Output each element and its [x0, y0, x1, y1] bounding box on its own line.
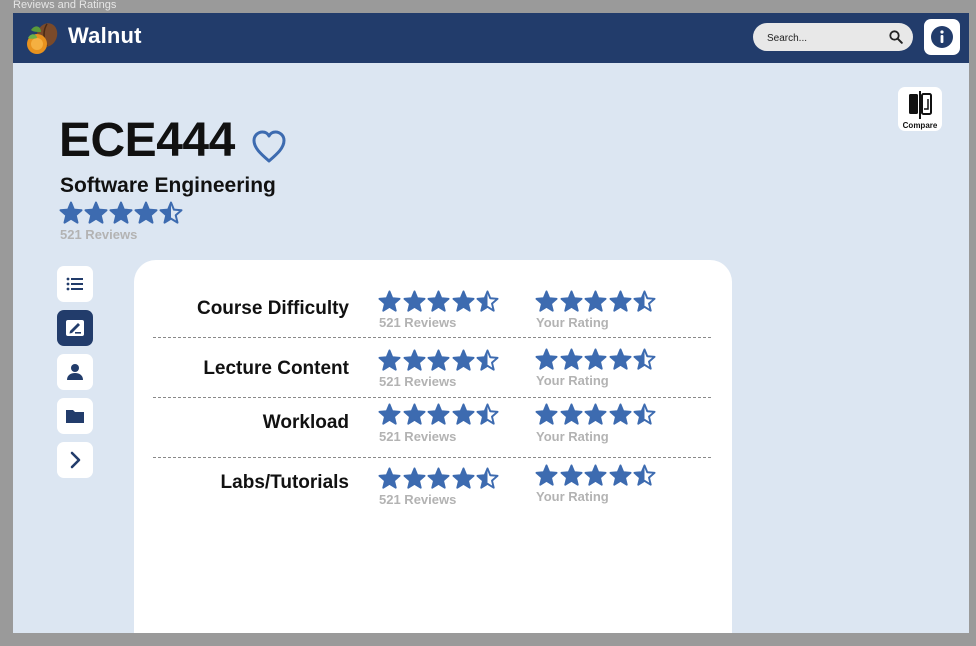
star-full-icon[interactable] [608, 464, 632, 487]
your-rating-label: Your Rating [536, 489, 609, 504]
star-full-icon [427, 467, 450, 489]
star-full-icon [451, 403, 475, 425]
star-full-icon [402, 467, 426, 489]
star-full-icon [59, 201, 83, 224]
star-half-icon[interactable] [633, 348, 656, 371]
star-full-icon [378, 349, 401, 371]
review-count: 521 Reviews [379, 429, 457, 444]
star-full-icon[interactable] [535, 290, 558, 313]
compare-label: Compare [902, 121, 938, 130]
star-full-icon[interactable] [608, 290, 632, 313]
star-full-icon [378, 290, 401, 312]
average-rating-stars [378, 290, 501, 313]
favorite-heart-icon[interactable] [251, 130, 287, 164]
folder-icon [66, 410, 84, 423]
star-half-icon [476, 467, 499, 489]
your-rating-stars[interactable] [535, 403, 658, 426]
average-rating-stars [378, 403, 501, 426]
your-rating-stars[interactable] [535, 464, 658, 487]
star-full-icon[interactable] [584, 464, 607, 487]
search-input[interactable] [765, 23, 889, 53]
star-full-icon [84, 201, 108, 224]
star-half-icon [476, 403, 499, 425]
list-icon [66, 277, 83, 291]
search-bar [753, 23, 913, 53]
course-name: Software Engineering [60, 174, 276, 197]
star-half-icon[interactable] [633, 403, 656, 426]
rating-row: Workload 521 Reviews Your Rating [153, 401, 711, 458]
star-full-icon [402, 349, 426, 371]
rating-category-label: Labs/Tutorials [220, 472, 349, 493]
review-count: 521 Reviews [379, 315, 457, 330]
star-half-icon [159, 201, 183, 224]
user-icon [67, 364, 83, 380]
star-full-icon[interactable] [608, 403, 632, 426]
rating-row: Course Difficulty 521 Reviews Your Ratin… [153, 281, 711, 338]
star-half-icon [476, 290, 499, 312]
nav-profile-button[interactable] [57, 354, 93, 390]
nav-rate-button[interactable] [57, 310, 93, 346]
your-rating-stars[interactable] [535, 290, 658, 313]
search-icon[interactable] [889, 30, 903, 44]
overall-rating-stars [59, 201, 184, 225]
star-full-icon [378, 403, 401, 425]
your-rating-label: Your Rating [536, 315, 609, 330]
star-half-icon [476, 349, 499, 371]
rating-category-label: Lecture Content [203, 358, 349, 379]
star-half-icon[interactable] [633, 290, 656, 313]
average-rating-stars [378, 349, 501, 372]
star-full-icon[interactable] [559, 290, 583, 313]
rating-row: Labs/Tutorials 521 Reviews Your Rating [153, 461, 711, 517]
star-full-icon[interactable] [608, 348, 632, 371]
average-rating-stars [378, 467, 501, 490]
star-full-icon[interactable] [584, 348, 607, 371]
window-title: Reviews and Ratings [13, 0, 117, 11]
app-window: Walnut Compare ECE444 Software [13, 13, 969, 633]
info-button[interactable] [924, 19, 960, 55]
star-full-icon [451, 349, 475, 371]
review-count: 521 Reviews [379, 492, 457, 507]
overall-review-count: 521 Reviews [60, 227, 138, 242]
edit-icon [66, 320, 84, 336]
star-full-icon[interactable] [535, 464, 558, 487]
nav-list-button[interactable] [57, 266, 93, 302]
your-rating-label: Your Rating [536, 429, 609, 444]
ratings-card: Course Difficulty 521 Reviews Your Ratin… [134, 260, 732, 633]
star-full-icon[interactable] [559, 464, 583, 487]
star-full-icon[interactable] [559, 348, 583, 371]
star-full-icon[interactable] [559, 403, 583, 426]
star-full-icon [427, 290, 450, 312]
star-full-icon [378, 467, 401, 489]
your-rating-label: Your Rating [536, 373, 609, 388]
star-half-icon[interactable] [633, 464, 656, 487]
star-full-icon [427, 403, 450, 425]
top-bar: Walnut [13, 13, 969, 63]
star-full-icon [402, 403, 426, 425]
rating-row: Lecture Content 521 Reviews Your Rating [153, 341, 711, 398]
star-full-icon [427, 349, 450, 371]
compare-button[interactable]: Compare [898, 87, 942, 131]
star-full-icon[interactable] [584, 403, 607, 426]
chevron-right-icon [70, 451, 81, 469]
star-full-icon [451, 290, 475, 312]
rating-category-label: Workload [262, 412, 349, 433]
info-icon [931, 26, 953, 48]
compare-icon [909, 91, 932, 119]
nav-folder-button[interactable] [57, 398, 93, 434]
star-full-icon [134, 201, 158, 224]
star-full-icon [109, 201, 133, 224]
walnut-logo-icon [27, 23, 58, 54]
your-rating-stars[interactable] [535, 348, 658, 371]
star-full-icon[interactable] [584, 290, 607, 313]
review-count: 521 Reviews [379, 374, 457, 389]
nav-next-button[interactable] [57, 442, 93, 478]
rating-category-label: Course Difficulty [196, 298, 349, 319]
brand-name[interactable]: Walnut [68, 23, 142, 49]
star-full-icon[interactable] [535, 403, 558, 426]
star-full-icon[interactable] [535, 348, 558, 371]
star-full-icon [451, 467, 475, 489]
star-full-icon [402, 290, 426, 312]
course-code: ECE444 [59, 114, 235, 167]
